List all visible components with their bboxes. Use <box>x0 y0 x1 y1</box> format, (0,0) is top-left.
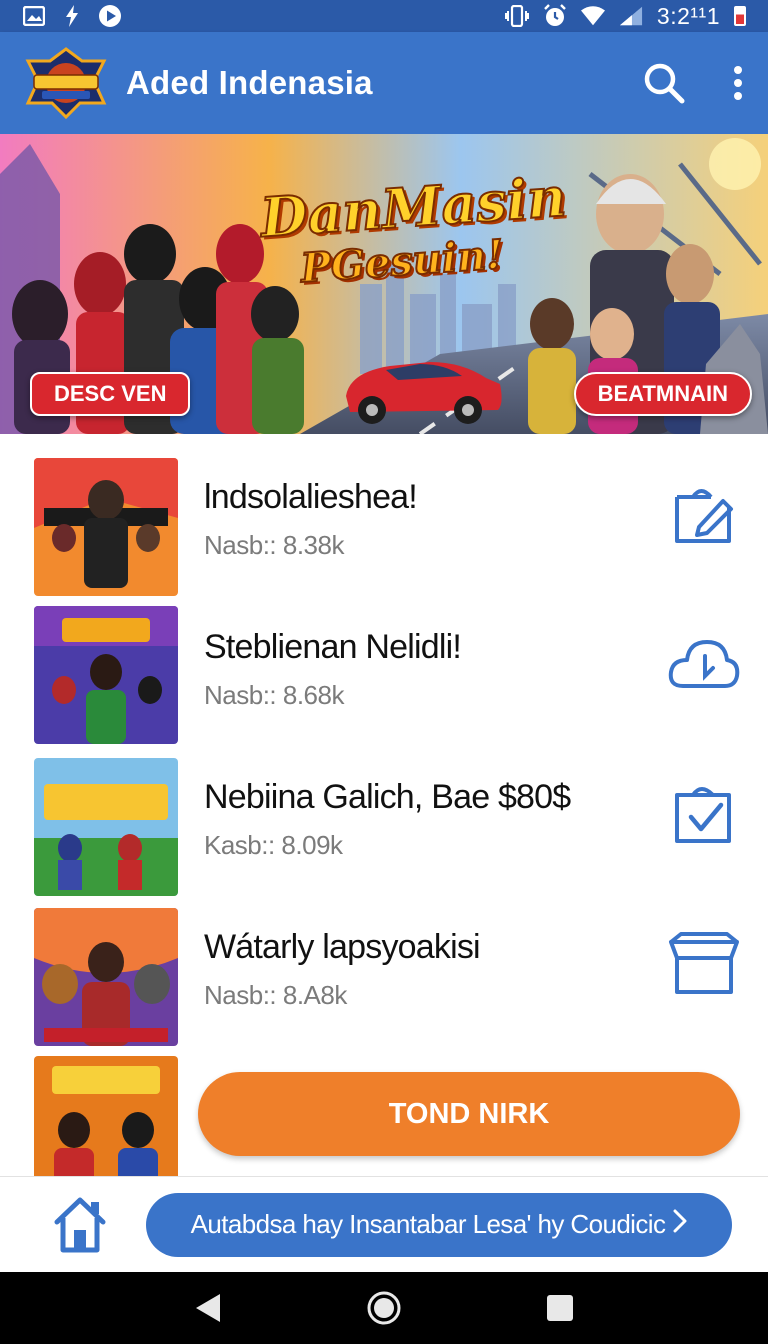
gallery-icon <box>22 4 46 28</box>
checkbox-icon[interactable] <box>666 776 742 852</box>
edit-icon[interactable] <box>666 476 742 552</box>
home-circle-icon[interactable] <box>360 1284 408 1332</box>
game-logo[interactable] <box>24 47 108 120</box>
item-subtitle: Nasb:: 8.38k <box>204 530 344 560</box>
cloud-download-icon[interactable] <box>666 626 742 702</box>
item-subtitle: Kasb:: 8.09k <box>204 830 343 860</box>
vibrate-icon <box>504 4 529 28</box>
item-title: Wátarly lapsyoakisi <box>204 928 481 966</box>
list-item[interactable]: Nebiina Galich, Bae $80$ Kasb:: 8.09k <box>0 734 768 896</box>
hero-right-button[interactable]: BEATMNAIN <box>573 372 752 416</box>
item-thumbnail <box>34 1056 178 1176</box>
list-item[interactable]: Wátarly lapsyoakisi Nasb:: 8.A8k <box>0 884 768 1046</box>
search-icon[interactable] <box>642 61 686 105</box>
signal-icon <box>619 4 643 28</box>
item-thumbnail <box>34 458 178 596</box>
list-item[interactable]: Steblienan Nelidli! Nasb:: 8.68k <box>0 584 768 744</box>
home-icon[interactable] <box>48 1193 112 1257</box>
item-title: Nebiina Galich, Bae $80$ <box>204 778 571 816</box>
hero-left-button[interactable]: DESC VEN <box>30 372 191 416</box>
app-screen: 3:2¹¹1 Aded Indenasia DanMasin PGesuin! … <box>0 0 768 1344</box>
item-subtitle: Nasb:: 8.68k <box>204 680 344 710</box>
bolt-icon <box>60 4 84 28</box>
play-icon <box>98 4 122 28</box>
bottom-bar: Autabdsa hay Insantabar Lesa' hy Coudici… <box>0 1176 768 1272</box>
list-item[interactable]: lndsolalieshea! Nasb:: 8.38k <box>0 434 768 596</box>
item-subtitle: Nasb:: 8.A8k <box>204 980 347 1010</box>
status-time: 3:2¹¹1 <box>656 2 720 29</box>
box-icon[interactable] <box>666 926 742 1002</box>
status-right-icons: 3:2¹¹1 <box>504 2 746 30</box>
back-icon[interactable] <box>184 1284 232 1332</box>
app-bar-actions <box>642 61 748 105</box>
recents-icon[interactable] <box>536 1284 584 1332</box>
item-thumbnail <box>34 908 178 1046</box>
item-title: lndsolalieshea! <box>204 478 418 516</box>
item-thumbnail <box>34 758 178 896</box>
hero-banner[interactable]: DanMasin PGesuin! DESC VEN BEATMNAIN <box>0 134 768 434</box>
item-thumbnail <box>34 606 178 744</box>
hero-title: DanMasin PGesuin! <box>257 163 569 292</box>
more-vertical-icon[interactable] <box>728 61 748 105</box>
item-title: Steblienan Nelidli! <box>204 628 462 666</box>
app-bar: Aded Indenasia <box>0 32 768 134</box>
system-nav-bar <box>0 1272 768 1344</box>
status-left-icons <box>22 4 122 28</box>
app-title: Aded Indenasia <box>126 64 373 101</box>
game-list: lndsolalieshea! Nasb:: 8.38k Steblienan … <box>0 434 768 1176</box>
battery-icon <box>734 6 746 26</box>
wifi-icon <box>580 4 605 28</box>
cta-button[interactable]: TOND NIRK <box>198 1072 740 1156</box>
promo-button[interactable]: Autabdsa hay Insantabar Lesa' hy Coudici… <box>146 1192 732 1257</box>
promo-label: Autabdsa hay Insantabar Lesa' hy Coudici… <box>190 1209 666 1239</box>
status-bar: 3:2¹¹1 <box>0 0 768 32</box>
alarm-icon <box>543 4 567 28</box>
chevron-right-icon <box>673 1209 687 1240</box>
